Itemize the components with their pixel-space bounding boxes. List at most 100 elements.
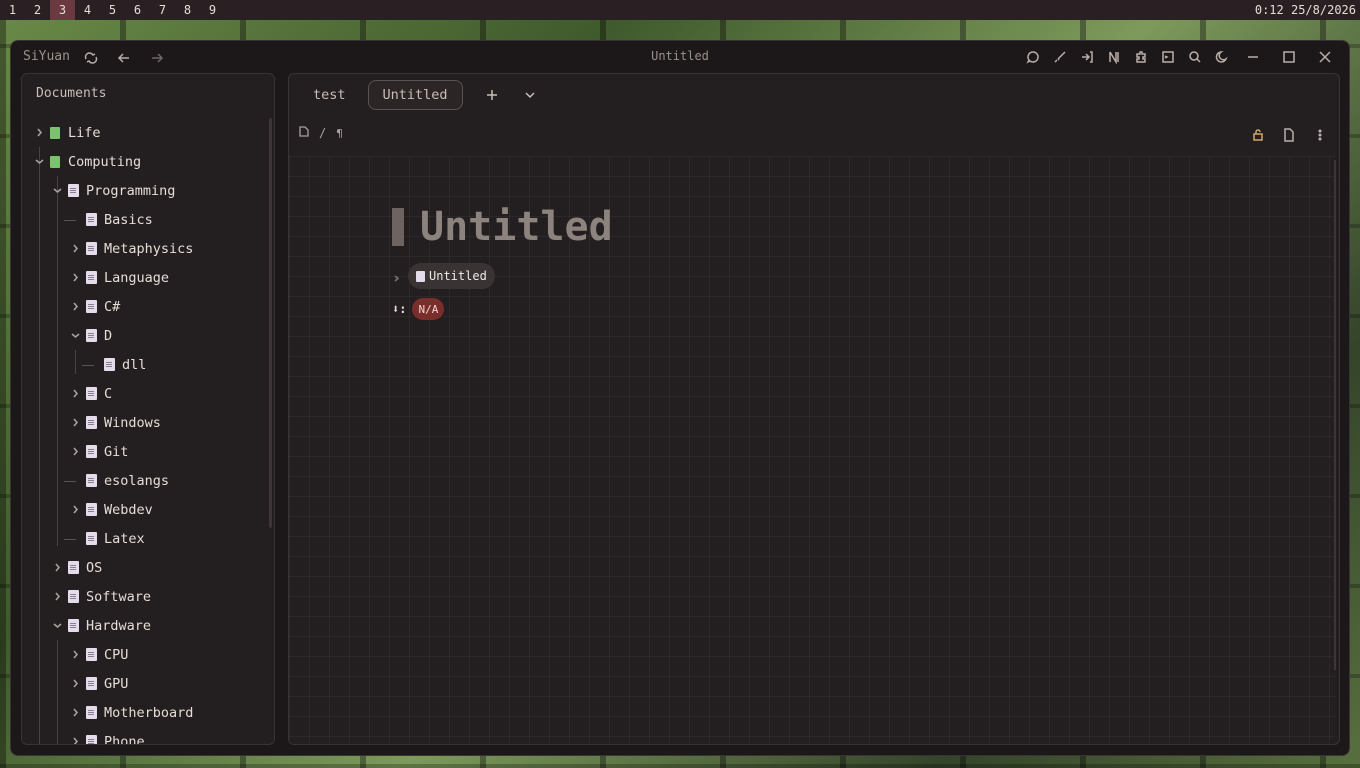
chevron-right-icon[interactable] bbox=[68, 706, 82, 720]
tab-test[interactable]: test bbox=[299, 80, 360, 110]
workspace-6[interactable]: 6 bbox=[125, 0, 150, 20]
tree-item-webdev[interactable]: Webdev bbox=[68, 495, 153, 524]
tree-item-phone[interactable]: Phone bbox=[68, 727, 145, 745]
document-icon bbox=[86, 532, 97, 545]
chevron-right-icon[interactable] bbox=[50, 561, 64, 575]
tree-item-os[interactable]: OS bbox=[50, 553, 102, 582]
maximize-icon[interactable] bbox=[1273, 46, 1305, 68]
tree-guide bbox=[75, 350, 76, 374]
workspace-8[interactable]: 8 bbox=[175, 0, 200, 20]
tree-item-windows[interactable]: Windows bbox=[68, 408, 161, 437]
tree-item-software[interactable]: Software bbox=[50, 582, 151, 611]
moon-icon[interactable] bbox=[1210, 46, 1233, 68]
child-document-label: Untitled bbox=[429, 269, 487, 283]
tree-connector bbox=[82, 358, 100, 372]
chevron-right-icon[interactable] bbox=[68, 445, 82, 459]
chevron-right-icon[interactable] bbox=[32, 126, 46, 140]
new-tab-icon[interactable] bbox=[477, 80, 507, 110]
workspace-3[interactable]: 3 bbox=[50, 0, 75, 20]
title-drag-handle[interactable] bbox=[392, 208, 404, 246]
workspace-4[interactable]: 4 bbox=[75, 0, 100, 20]
child-document-link[interactable]: Untitled bbox=[408, 263, 495, 289]
tree-item-language[interactable]: Language bbox=[68, 263, 169, 292]
chat-icon[interactable] bbox=[1021, 46, 1044, 68]
tree-item-csharp[interactable]: C# bbox=[68, 292, 120, 321]
more-icon[interactable] bbox=[1308, 124, 1331, 146]
tree-item-life[interactable]: Life bbox=[32, 118, 101, 147]
chevron-right-icon[interactable] bbox=[68, 387, 82, 401]
workspace-7[interactable]: 7 bbox=[150, 0, 175, 20]
tree-item-label: Language bbox=[104, 269, 170, 286]
chevron-down-icon[interactable] bbox=[68, 329, 82, 343]
chevron-right-icon[interactable] bbox=[68, 300, 82, 314]
workspace-9[interactable]: 9 bbox=[200, 0, 225, 20]
child-document-row: Untitled bbox=[393, 263, 495, 289]
chevron-right-icon[interactable] bbox=[68, 648, 82, 662]
chevron-right-icon[interactable] bbox=[50, 590, 64, 604]
tree-item-d[interactable]: D bbox=[68, 321, 112, 350]
document-icon bbox=[86, 387, 97, 400]
chevron-right-icon[interactable] bbox=[68, 735, 82, 744]
document-icon[interactable] bbox=[1277, 124, 1300, 146]
plugin-icon[interactable] bbox=[1129, 46, 1152, 68]
tree-item-label: GPU bbox=[104, 675, 129, 692]
tree-item-gpu[interactable]: GPU bbox=[68, 669, 128, 698]
document-icon bbox=[86, 735, 97, 744]
tree-item-programming[interactable]: Programming bbox=[50, 176, 175, 205]
tree-item-hardware[interactable]: Hardware bbox=[50, 611, 151, 640]
workspace-2[interactable]: 2 bbox=[25, 0, 50, 20]
chevron-down-icon[interactable] bbox=[50, 184, 64, 198]
tree-item-metaphysics[interactable]: Metaphysics bbox=[68, 234, 193, 263]
close-icon[interactable] bbox=[1309, 46, 1341, 68]
tree-item-motherboard[interactable]: Motherboard bbox=[68, 698, 193, 727]
chevron-right-icon[interactable] bbox=[68, 242, 82, 256]
notebook-icon bbox=[50, 126, 60, 139]
chevron-right-icon[interactable] bbox=[68, 416, 82, 430]
tree-connector bbox=[64, 213, 82, 227]
tree-item-dll[interactable]: dll bbox=[82, 350, 146, 379]
tree-item-latex[interactable]: Latex bbox=[64, 524, 145, 553]
brush-icon[interactable] bbox=[1048, 46, 1071, 68]
editor-scrollbar[interactable] bbox=[1334, 160, 1336, 670]
search-icon[interactable] bbox=[1183, 46, 1206, 68]
document-title-text[interactable]: Untitled bbox=[420, 204, 613, 250]
tree-guide bbox=[57, 176, 58, 546]
minimize-icon[interactable] bbox=[1237, 46, 1269, 68]
tree-item-computing[interactable]: Computing bbox=[32, 147, 141, 176]
chevron-right-icon[interactable] bbox=[393, 267, 400, 286]
chevron-right-icon[interactable] bbox=[68, 503, 82, 517]
chevron-down-icon[interactable] bbox=[32, 155, 46, 169]
notion-icon[interactable] bbox=[1102, 46, 1125, 68]
workspace-5[interactable]: 5 bbox=[100, 0, 125, 20]
document-icon bbox=[86, 503, 97, 516]
unlock-icon[interactable] bbox=[1246, 124, 1269, 146]
chevron-right-icon[interactable] bbox=[68, 271, 82, 285]
document-icon bbox=[86, 677, 97, 690]
tree-item-label: Life bbox=[68, 124, 101, 141]
tab-untitled[interactable]: Untitled bbox=[367, 80, 463, 110]
document-title[interactable]: Untitled bbox=[392, 204, 613, 250]
workspace-switcher: 1 2 3 4 5 6 7 8 9 bbox=[0, 0, 225, 20]
tree-item-label: Phone bbox=[104, 733, 145, 745]
chevron-right-icon[interactable] bbox=[68, 677, 82, 691]
document-icon bbox=[68, 590, 79, 603]
editor-content[interactable]: Untitled Untitled ⬇: N/A bbox=[289, 156, 1335, 744]
title-right-toolbar bbox=[1021, 46, 1341, 68]
import-icon[interactable] bbox=[1075, 46, 1098, 68]
tree-item-esolangs[interactable]: esolangs bbox=[64, 466, 169, 495]
chevron-down-icon[interactable] bbox=[515, 80, 545, 110]
chevron-down-icon[interactable] bbox=[50, 619, 64, 633]
tree-item-git[interactable]: Git bbox=[68, 437, 128, 466]
file-icon[interactable] bbox=[299, 126, 309, 140]
tree-item-cpu[interactable]: CPU bbox=[68, 640, 128, 669]
paragraph-icon[interactable]: ¶ bbox=[336, 127, 343, 140]
workspace-1[interactable]: 1 bbox=[0, 0, 25, 20]
attribute-badge[interactable]: N/A bbox=[412, 298, 445, 320]
breadcrumb: / ¶ bbox=[299, 126, 343, 140]
document-icon bbox=[86, 706, 97, 719]
tree-item-c[interactable]: C bbox=[68, 379, 112, 408]
tree-item-basics[interactable]: Basics bbox=[64, 205, 153, 234]
sidebar-scrollbar[interactable] bbox=[269, 118, 272, 528]
terminal-icon[interactable] bbox=[1156, 46, 1179, 68]
tree-item-label: Programming bbox=[86, 182, 176, 199]
